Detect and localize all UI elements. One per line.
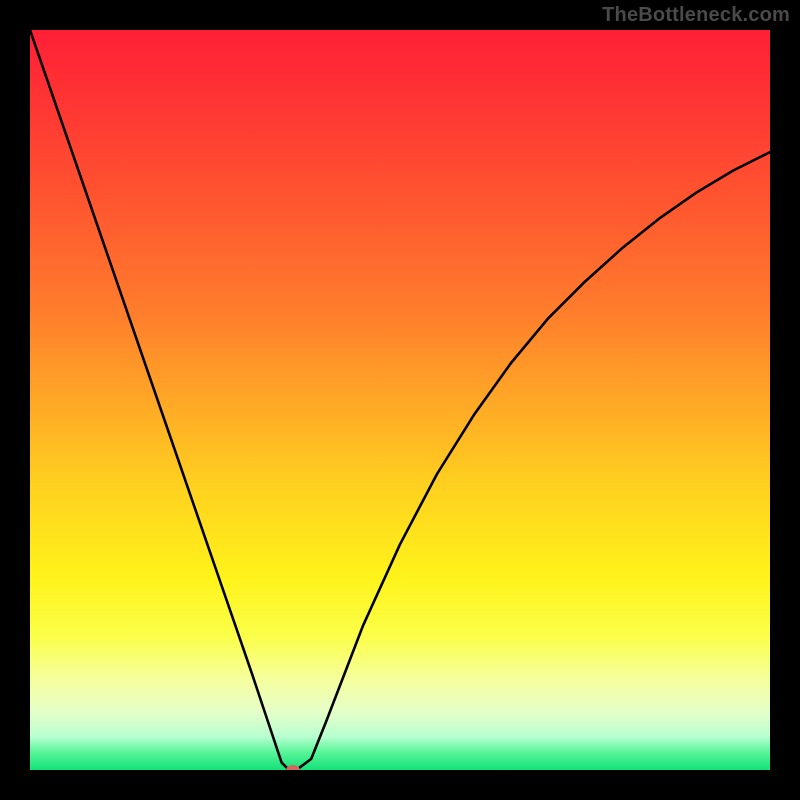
watermark-label: TheBottleneck.com [602, 4, 790, 27]
plot-area [30, 30, 770, 770]
min-point-marker [286, 765, 300, 770]
chart-frame: TheBottleneck.com [0, 0, 800, 800]
bottleneck-curve [30, 30, 770, 770]
